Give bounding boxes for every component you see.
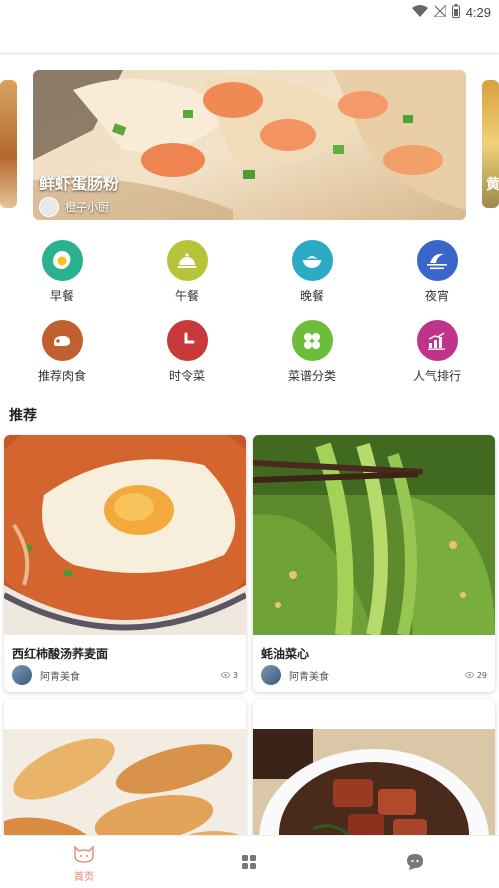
nav-categories[interactable] xyxy=(199,836,299,888)
recipe-author: 阿青美食 xyxy=(40,671,80,683)
recipe-author: 阿青美食 xyxy=(289,671,329,683)
recipe-card[interactable]: 蚝油菜心 阿青美食 29 xyxy=(253,435,495,692)
banner-prev-slide[interactable] xyxy=(0,80,17,208)
cat-face-icon xyxy=(74,845,94,863)
nav-home[interactable]: 首页 xyxy=(34,836,134,888)
recipe-views: 29 xyxy=(464,670,487,680)
recipe-image xyxy=(253,729,495,839)
category-dinner[interactable]: 晚餐 xyxy=(267,240,357,304)
recipe-view-count: 29 xyxy=(476,670,487,680)
status-bar: 4:29 xyxy=(0,0,499,24)
chart-icon xyxy=(416,320,458,361)
category-label: 菜谱分类 xyxy=(287,369,336,383)
bottom-nav: 首页 xyxy=(0,835,499,888)
recipe-card[interactable] xyxy=(253,699,495,839)
avatar xyxy=(261,665,281,685)
banner-carousel[interactable]: 鲜虾蛋肠粉 橙子小厨 黄 xyxy=(0,68,499,221)
battery-icon xyxy=(451,3,460,21)
category-label: 早餐 xyxy=(49,289,74,303)
category-label: 午餐 xyxy=(174,289,199,303)
status-time: 4:29 xyxy=(465,4,491,20)
meat-icon xyxy=(41,320,83,361)
clock-icon xyxy=(166,320,208,361)
category-breakfast[interactable]: 早餐 xyxy=(17,240,107,304)
grid-leaf-icon xyxy=(291,320,333,361)
recipe-meta: 阿青美食 29 xyxy=(261,665,487,685)
category-ranking[interactable]: 人气排行 xyxy=(392,320,482,384)
banner-author-name: 橙子小厨 xyxy=(65,201,109,214)
banner-slide[interactable]: 鲜虾蛋肠粉 橙子小厨 xyxy=(33,70,466,220)
banner-next-slide[interactable]: 黄 xyxy=(482,80,499,208)
section-title: 推荐 xyxy=(9,408,37,424)
banner-next-title: 黄 xyxy=(486,177,499,193)
category-recipes[interactable]: 菜谱分类 xyxy=(267,320,357,384)
recipe-views: 3 xyxy=(221,671,238,680)
egg-icon xyxy=(41,240,83,281)
chat-bubble-icon xyxy=(407,854,423,870)
recipe-image xyxy=(4,435,246,635)
avatar xyxy=(12,665,32,685)
category-late-night[interactable]: 夜宵 xyxy=(392,240,482,304)
category-seasonal[interactable]: 时令菜 xyxy=(142,320,232,384)
recipe-image xyxy=(253,435,495,635)
category-lunch[interactable]: 午餐 xyxy=(142,240,232,304)
avatar xyxy=(39,197,59,217)
category-label: 夜宵 xyxy=(424,289,449,303)
eye-icon xyxy=(221,672,230,678)
recipe-title: 西红柿酸汤荞麦面 xyxy=(12,647,109,661)
bowl-icon xyxy=(291,240,333,281)
category-grid: 早餐 午餐 晚餐 夜宵 推荐肉食 时令菜 菜谱分类 人气排行 xyxy=(0,240,499,390)
category-label: 时令菜 xyxy=(168,369,205,383)
recipe-card[interactable]: 西红柿酸汤荞麦面 阿青美食 3 xyxy=(4,435,246,692)
nav-messages[interactable] xyxy=(365,836,465,888)
category-label: 人气排行 xyxy=(412,369,461,383)
recipe-title: 蚝油菜心 xyxy=(261,647,310,661)
category-label: 推荐肉食 xyxy=(37,369,86,383)
app-bar xyxy=(0,24,499,54)
cloche-icon xyxy=(166,240,208,281)
recipe-image xyxy=(4,729,246,839)
category-meat[interactable]: 推荐肉食 xyxy=(17,320,107,384)
status-icons: 4:29 xyxy=(411,3,491,21)
recipe-view-count: 3 xyxy=(232,670,238,680)
recipe-card[interactable] xyxy=(4,699,246,839)
grid-icon xyxy=(242,855,256,869)
recipe-meta: 阿青美食 3 xyxy=(12,665,238,685)
category-label: 晚餐 xyxy=(299,289,324,303)
wifi-icon xyxy=(411,4,428,20)
eye-icon xyxy=(464,672,474,678)
nav-home-label: 首页 xyxy=(74,872,94,883)
no-signal-icon xyxy=(432,3,447,20)
moon-icon xyxy=(416,240,458,281)
banner-title: 鲜虾蛋肠粉 xyxy=(39,174,120,193)
banner-author: 橙子小厨 xyxy=(39,197,109,217)
